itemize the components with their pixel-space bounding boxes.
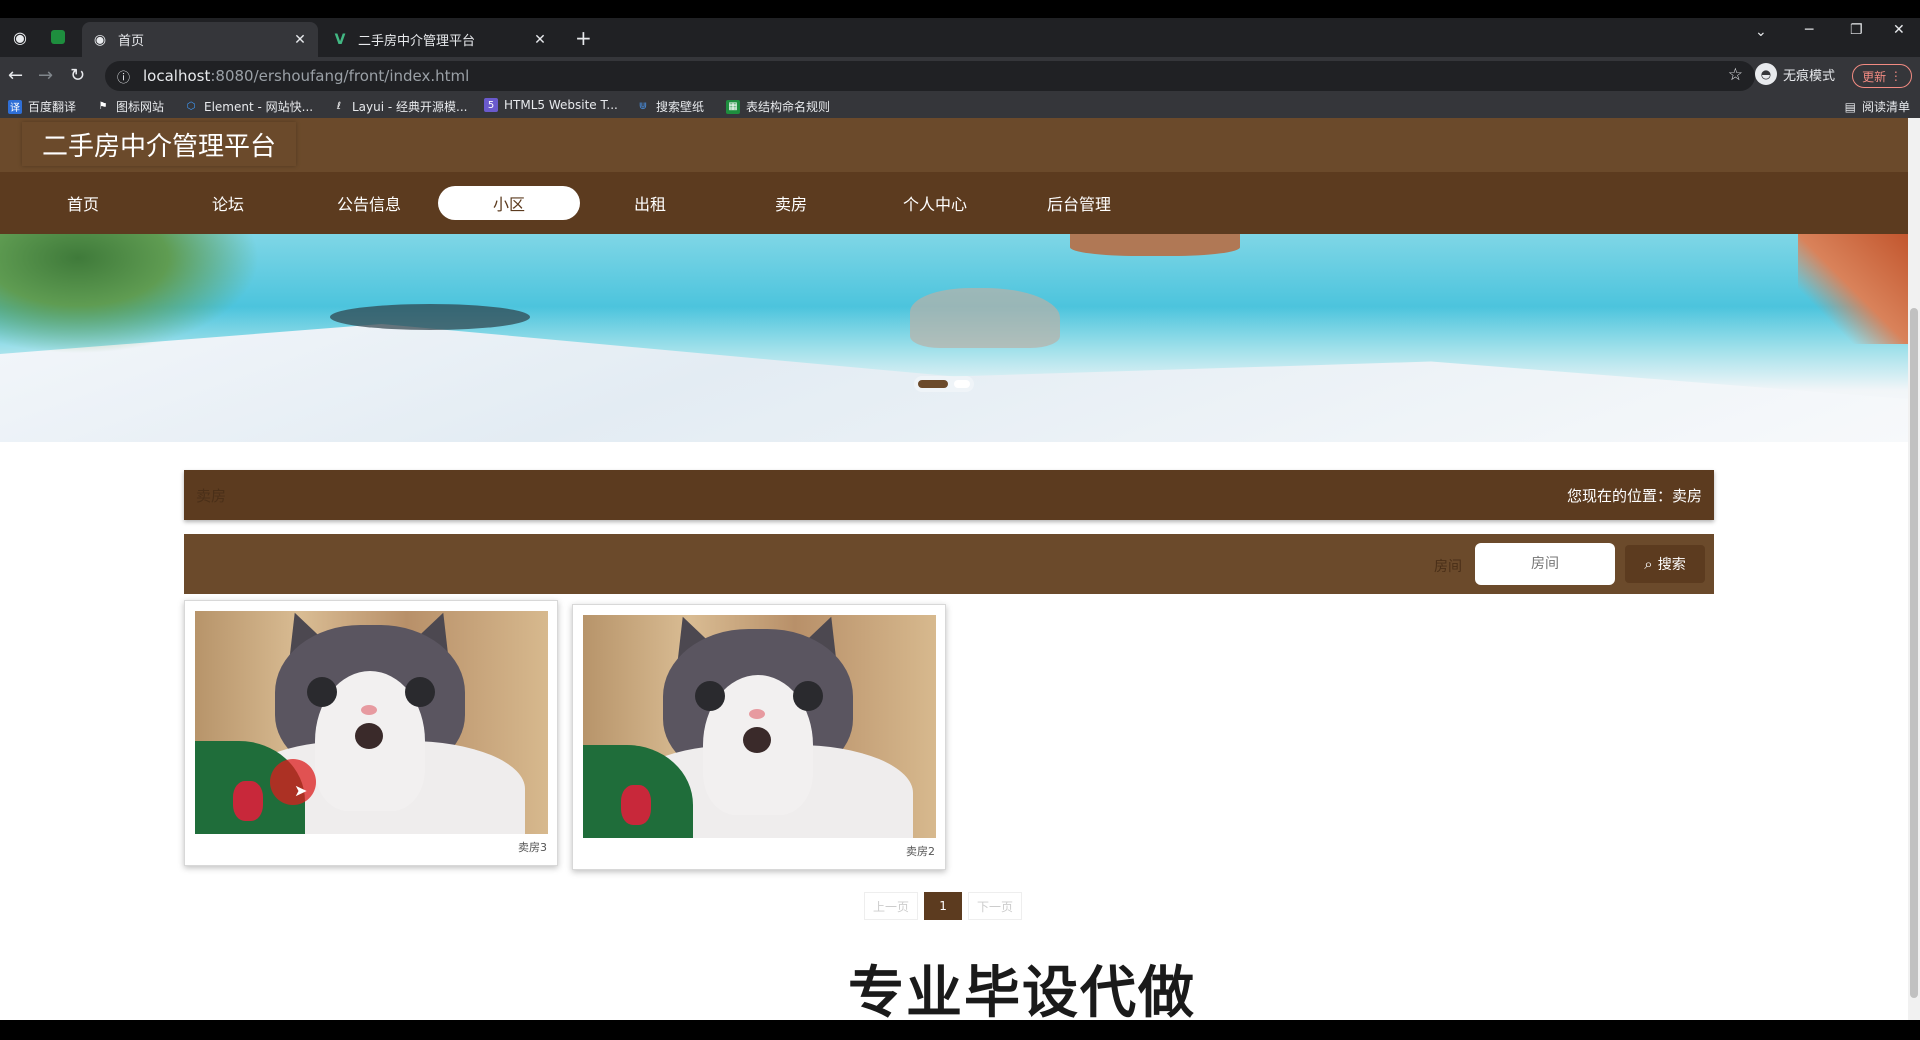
tab-title: 首页 [118,34,145,49]
section-title: 卖房 [196,487,227,505]
url-host: localhost [143,67,211,85]
html5-icon: 5 [484,98,498,112]
listing-card[interactable]: 卖房2 [572,604,946,870]
tab-title: 二手房中介管理平台 [358,34,476,49]
hero-banner [0,234,1908,442]
breadcrumb: 您现在的位置：卖房 [1566,487,1702,505]
banner-shadow [330,304,530,330]
browser-toolbar: ← → ↻ ⓘ localhost:8080/ershoufang/front/… [0,57,1920,95]
listing-caption: 卖房3 [518,841,547,854]
nav-rent[interactable]: 出租 [579,186,721,220]
banner-rock [910,288,1060,348]
video-watermark-text: 专业毕设代做 [848,961,1196,1020]
bookmark-item[interactable]: 5 HTML5 Website T... [484,98,618,112]
banner-rock [1798,234,1908,344]
bookmark-item[interactable]: ⋓ 搜索壁纸 [636,98,704,115]
bookmark-item[interactable]: ℓ Layui - 经典开源模... [332,98,468,115]
bookmark-item[interactable]: ▦ 表结构命名规则 [726,98,830,115]
reading-list[interactable]: ▤ 阅读清单 [1845,98,1910,115]
search-button[interactable]: ⌕ 搜索 [1625,545,1705,583]
search-icon: ⌕ [1644,555,1653,573]
prev-page-button[interactable]: 上一页 [864,892,919,920]
page-number-button[interactable]: 1 [924,892,963,920]
url-path: :8080/ershoufang/front/index.html [210,67,470,85]
flag-icon: ⚑ [98,101,108,112]
bookmark-item[interactable]: ⬡ Element - 网站快... [184,98,313,115]
carousel-indicators [914,376,974,392]
vue-logo-icon: V [334,31,346,48]
sheet-icon: ▦ [726,99,740,114]
layui-logo-icon: ℓ [336,101,342,112]
browser-tab-home[interactable]: ◉ 首页 ✕ [82,22,318,57]
page-scrollbar[interactable] [1908,118,1920,1020]
nav-home[interactable]: 首页 [12,186,154,220]
nav-sale[interactable]: 卖房 [720,186,862,220]
search-label: 房间 [1434,559,1462,575]
nav-admin[interactable]: 后台管理 [1008,186,1150,220]
carousel-dot[interactable] [954,380,970,388]
listing-card[interactable]: ➤ 卖房3 [184,600,558,866]
listing-image[interactable] [583,615,936,838]
browser-tab-platform[interactable]: V 二手房中介管理平台 ✕ [322,22,558,57]
minimize-icon[interactable]: ─ [1805,22,1813,38]
banner-tree [0,234,260,354]
nav-notices[interactable]: 公告信息 [298,186,440,220]
element-logo-icon: ⬡ [186,101,196,112]
next-page-button[interactable]: 下一页 [968,892,1023,920]
incognito-profile[interactable]: ◓ 无痕模式 [1755,63,1835,85]
url-text: localhost:8080/ershoufang/front/index.ht… [143,67,469,85]
bookmark-star-icon[interactable]: ☆ [1728,65,1743,85]
room-search-input[interactable] [1475,543,1615,585]
wallpaper-icon: ⋓ [638,101,648,112]
restore-icon[interactable]: ❐ [1850,22,1863,38]
browser-tab-strip: ◉ ◉ 首页 ✕ V 二手房中介管理平台 ✕ + ⌄ ─ ❐ ✕ [0,18,1920,57]
cursor-highlight [270,759,316,805]
update-button[interactable]: 更新 ⋮ [1852,64,1912,88]
nav-community[interactable]: 小区 [438,186,580,220]
site-info-icon[interactable]: ⓘ [117,67,135,86]
translate-icon: 译 [8,99,22,114]
bookmarks-bar: 译百度翻译 ⚑ 图标网站 ⬡ Element - 网站快... ℓ Layui - 经… [0,95,1920,119]
screen-bottom-edge [0,1020,1920,1040]
bookmark-item[interactable]: 译百度翻译 [8,98,76,115]
close-tab-icon[interactable]: ✕ [532,32,548,48]
new-tab-button[interactable]: + [575,26,592,50]
close-window-icon[interactable]: ✕ [1893,22,1905,38]
site-header: 二手房中介管理平台 [0,118,1908,172]
carousel-dot-active[interactable] [918,380,948,388]
listing-image[interactable]: ➤ [195,611,548,834]
close-tab-icon[interactable]: ✕ [292,32,308,48]
back-icon[interactable]: ← [8,65,23,86]
profile-label: 无痕模式 [1783,68,1836,84]
main-nav: 首页 论坛 公告信息 小区 出租 卖房 个人中心 后台管理 [0,172,1908,234]
page-viewport: 二手房中介管理平台 首页 论坛 公告信息 小区 出租 卖房 个人中心 后台管理 … [0,118,1908,1020]
address-bar[interactable]: ⓘ localhost:8080/ershoufang/front/index.… [105,61,1755,91]
tab-list-chevron-icon[interactable]: ⌄ [1755,24,1767,40]
screen-top-edge [0,0,1920,18]
search-bar: 房间 ⌕ 搜索 [184,534,1714,594]
scrollbar-thumb[interactable] [1910,308,1918,998]
banner-rock [1070,234,1240,256]
reload-icon[interactable]: ↻ [70,65,85,86]
nav-profile[interactable]: 个人中心 [864,186,1006,220]
incognito-icon: ◓ [1755,63,1777,85]
section-header-bar: 卖房 您现在的位置：卖房 [184,470,1714,520]
site-logo[interactable]: 二手房中介管理平台 [22,122,297,166]
reading-list-icon: ▤ [1844,99,1856,114]
globe-icon: ◉ [93,31,107,48]
pagination: 上一页 1 下一页 [864,892,1023,920]
bookmark-item[interactable]: ⚑ 图标网站 [96,98,165,115]
mouse-pointer-icon: ➤ [294,781,308,800]
forward-icon[interactable]: → [38,65,53,86]
update-label: 更新 [1862,69,1887,84]
search-button-label: 搜索 [1657,557,1686,573]
nav-forum[interactable]: 论坛 [157,186,299,220]
browser-menu-icon[interactable]: ◉ [10,27,30,47]
tab-search-icon[interactable] [48,27,68,47]
listing-caption: 卖房2 [906,845,935,858]
